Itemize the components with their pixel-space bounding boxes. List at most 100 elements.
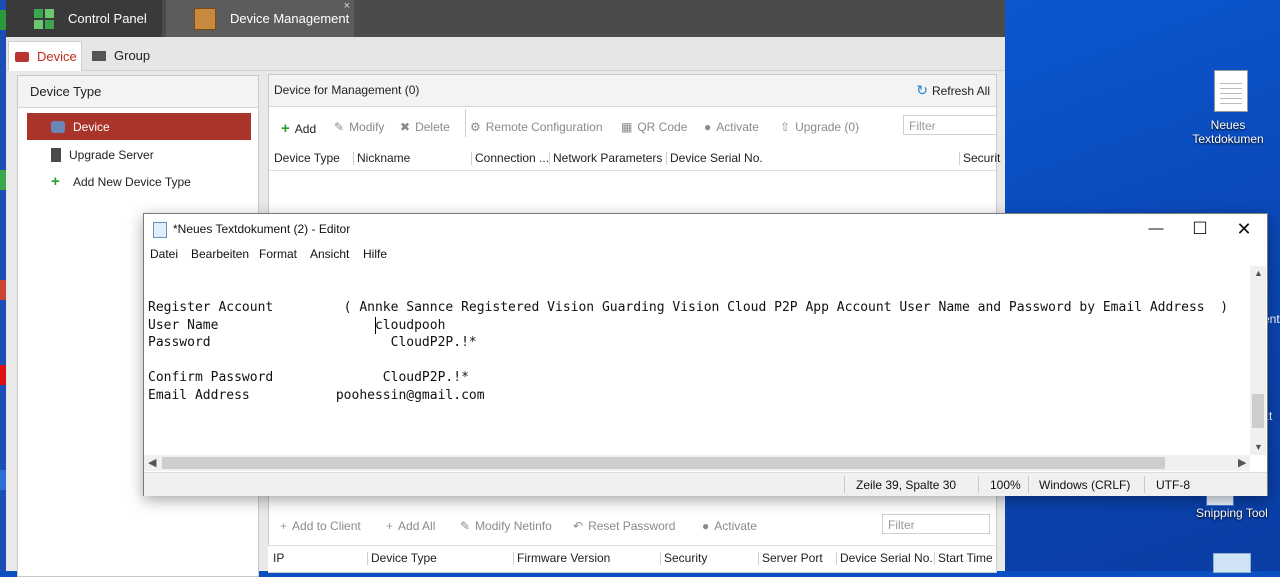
activate-online-label: Activate — [714, 519, 757, 533]
device-type-item-add-new[interactable]: + Add New Device Type — [27, 168, 251, 195]
add-to-client-button[interactable]: + Add to Client — [280, 519, 361, 533]
status-divider — [1028, 476, 1029, 493]
text-line: Password CloudP2P.!* — [148, 335, 477, 350]
text-document-icon[interactable] — [1214, 70, 1248, 112]
server-icon — [51, 147, 61, 162]
vertical-scrollbar[interactable]: ▲ ▼ — [1250, 266, 1266, 455]
close-icon[interactable]: × — [344, 0, 350, 12]
column-connection[interactable]: Connection ... — [471, 151, 550, 165]
status-zoom: 100% — [990, 478, 1021, 492]
menu-ansicht[interactable]: Ansicht — [310, 247, 349, 261]
plus-icon: + — [51, 172, 60, 190]
status-encoding: UTF-8 — [1156, 478, 1190, 492]
tab-group-label: Group — [114, 48, 151, 63]
notepad-menu-bar: Datei Bearbeiten Format Ansicht Hilfe — [144, 244, 1267, 266]
device-table-header: Device Type Nickname Connection ... Netw… — [269, 146, 1000, 171]
refresh-all-button[interactable]: ↻ Refresh All — [916, 82, 990, 99]
column-online-device-serial[interactable]: Device Serial No. — [836, 551, 933, 565]
delete-button[interactable]: ✖ Delete — [400, 120, 450, 134]
add-button[interactable]: + Add — [281, 120, 316, 137]
column-firmware-version[interactable]: Firmware Version — [513, 551, 611, 565]
add-all-label: Add All — [398, 519, 436, 533]
text-line: Email Address poohessin@gmail.com — [148, 388, 485, 403]
activate-online-button[interactable]: ● Activate — [702, 519, 757, 533]
column-online-security[interactable]: Security — [660, 551, 707, 565]
horizontal-scrollbar[interactable]: ◀ ▶ — [144, 455, 1250, 471]
device-toolbar: + Add ✎ Modify ✖ Delete ⚙ Remote Configurati… — [269, 112, 997, 142]
device-icon — [15, 51, 29, 62]
column-security[interactable]: Securit — [959, 151, 1001, 165]
tab-control-panel-label: Control Panel — [68, 11, 147, 26]
online-device-table-header: IP Device Type Firmware Version Security… — [268, 545, 995, 572]
maximize-icon[interactable]: ☐ — [1189, 219, 1211, 239]
notepad-title: *Neues Textdokument (2) - Editor — [173, 222, 351, 236]
close-icon[interactable]: ✕ — [1233, 219, 1255, 239]
modify-button[interactable]: ✎ Modify — [334, 120, 384, 134]
column-firmware-version-label: Firmware Version — [517, 551, 611, 565]
refresh-all-label: Refresh All — [931, 83, 990, 98]
tab-control-panel[interactable]: Control Panel — [6, 0, 162, 37]
qr-code-button[interactable]: ▦ QR Code — [621, 120, 687, 134]
scroll-right-icon[interactable]: ▶ — [1238, 456, 1246, 469]
text-line: User Name cloudpooh — [148, 318, 446, 333]
activate-icon: ● — [704, 120, 712, 134]
gear-icon: ⚙ — [470, 120, 481, 134]
plus-icon: + — [386, 519, 394, 533]
recycle-bin-icon[interactable] — [1213, 553, 1251, 573]
column-device-type[interactable]: Device Type — [274, 151, 340, 165]
column-network-parameters[interactable]: Network Parameters — [549, 151, 662, 165]
add-to-client-label: Add to Client — [292, 519, 361, 533]
vertical-scroll-thumb[interactable] — [1252, 394, 1264, 428]
device-type-item-upgrade-server[interactable]: Upgrade Server — [27, 141, 251, 168]
tab-device-management[interactable]: Device Management × — [166, 0, 354, 37]
scroll-down-icon[interactable]: ▼ — [1254, 442, 1263, 452]
column-connection-label: Connection ... — [475, 151, 550, 165]
menu-datei[interactable]: Datei — [150, 247, 178, 261]
column-security-label: Securit — [963, 151, 1001, 165]
online-filter-input[interactable]: Filter — [882, 514, 990, 534]
upgrade-button[interactable]: ⇧ Upgrade (0) — [780, 120, 859, 134]
column-server-port[interactable]: Server Port — [758, 551, 823, 565]
text-line: Register Account ( Annke Sannce Register… — [148, 300, 1229, 315]
status-position: Zeile 39, Spalte 30 — [856, 478, 957, 492]
device-icon — [51, 120, 65, 133]
control-panel-icon — [34, 8, 54, 29]
tab-group[interactable]: Group — [86, 41, 150, 70]
device-panel-header: Device for Management (0) ↻ Refresh All — [269, 75, 996, 107]
horizontal-scroll-thumb[interactable] — [162, 457, 1165, 469]
column-nickname[interactable]: Nickname — [353, 151, 410, 165]
menu-format[interactable]: Format — [259, 247, 297, 261]
remote-configuration-button[interactable]: ⚙ Remote Configuration — [470, 120, 603, 134]
notepad-text-area[interactable]: Register Account ( Annke Sannce Register… — [144, 266, 1249, 456]
toolbar-divider — [465, 109, 466, 137]
device-filter-input[interactable]: Filter — [903, 115, 997, 135]
notepad-icon — [153, 222, 167, 238]
device-type-item-label: Upgrade Server — [69, 147, 154, 162]
reset-password-button[interactable]: ↶ Reset Password — [573, 519, 675, 533]
notepad-title-bar[interactable]: *Neues Textdokument (2) - Editor — ☐ ✕ — [144, 214, 1267, 244]
notepad-window: *Neues Textdokument (2) - Editor — ☐ ✕ D… — [143, 213, 1268, 496]
minimize-icon[interactable]: — — [1145, 219, 1167, 239]
text-line: Confirm Password CloudP2P.!* — [148, 370, 469, 385]
scroll-up-icon[interactable]: ▲ — [1254, 268, 1263, 278]
desktop-icon-label-text[interactable]: Neues Textdokumen — [1176, 118, 1280, 146]
column-start-time[interactable]: Start Time — [934, 551, 993, 565]
column-device-serial[interactable]: Device Serial No. — [666, 151, 763, 165]
menu-bearbeiten[interactable]: Bearbeiten — [191, 247, 249, 261]
activate-button[interactable]: ● Activate — [704, 120, 759, 134]
add-all-button[interactable]: + Add All — [386, 519, 435, 533]
plus-icon: + — [280, 519, 288, 533]
desktop-icon-label-snipping[interactable]: Snipping Tool — [1196, 506, 1268, 520]
tab-device[interactable]: Device — [8, 41, 82, 71]
device-management-icon — [194, 7, 216, 30]
modify-netinfo-button[interactable]: ✎ Modify Netinfo — [460, 519, 552, 533]
plus-icon: + — [281, 120, 290, 137]
column-ip[interactable]: IP — [273, 551, 284, 565]
refresh-icon: ↻ — [916, 82, 928, 98]
menu-hilfe[interactable]: Hilfe — [363, 247, 387, 261]
column-online-device-type[interactable]: Device Type — [367, 551, 437, 565]
sub-tab-bar: Device Group — [6, 37, 1005, 71]
column-start-time-label: Start Time — [938, 551, 993, 565]
scroll-left-icon[interactable]: ◀ — [148, 456, 156, 469]
device-type-item-device[interactable]: Device — [27, 113, 251, 140]
